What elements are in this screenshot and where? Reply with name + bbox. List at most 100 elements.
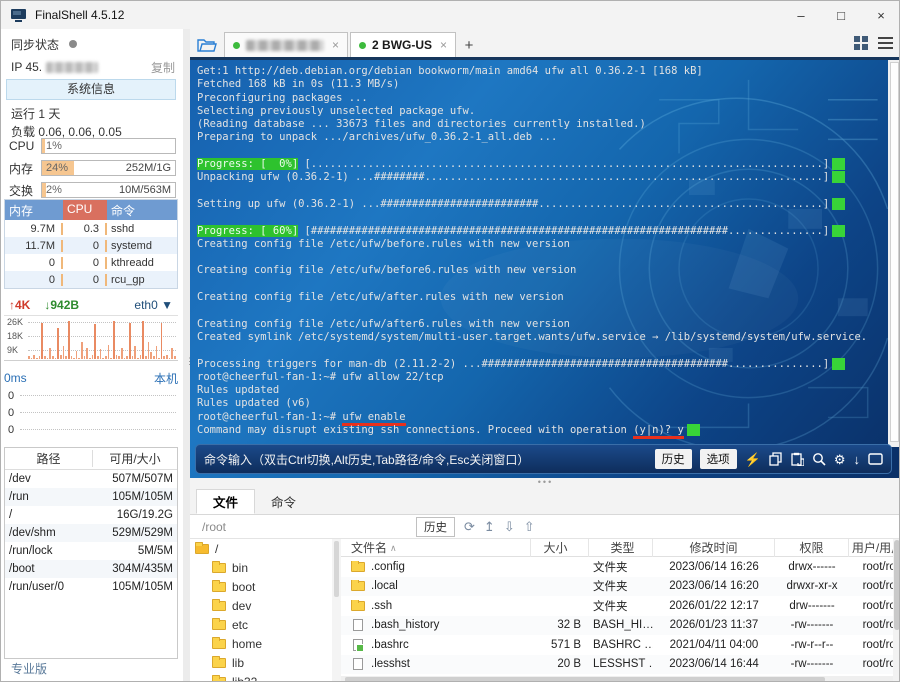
maximize-button[interactable]: □: [821, 1, 861, 29]
process-row[interactable]: 11.7M0systemd: [5, 237, 177, 254]
tree-item-lib32[interactable]: lib32: [190, 672, 332, 682]
file-mtime-cell: 2026/01/23 11:37: [653, 619, 775, 631]
network-bar: [47, 358, 49, 359]
network-bar: [92, 355, 94, 359]
tab-files[interactable]: 文件: [196, 489, 255, 514]
process-row[interactable]: 00rcu_gp: [5, 271, 177, 288]
file-row[interactable]: .config文件夹2023/06/14 16:26drwx------root…: [341, 557, 893, 577]
system-info-button[interactable]: 系统信息: [6, 79, 176, 100]
close-tab-icon[interactable]: ×: [332, 38, 339, 52]
file-header-2[interactable]: 类型: [589, 539, 653, 557]
network-bar: [63, 346, 65, 359]
file-row[interactable]: .ssh文件夹2026/01/22 12:17drw-------root/ro…: [341, 596, 893, 616]
disk-header-size[interactable]: 可用/大小: [93, 450, 177, 467]
terminal-area[interactable]: Get:1 http://deb.debian.org/debian bookw…: [190, 57, 900, 478]
minimize-button[interactable]: –: [781, 1, 821, 29]
download-icon[interactable]: ⇩: [504, 519, 515, 535]
close-tab-icon[interactable]: ×: [440, 38, 447, 52]
sync-status-label: 同步状态: [11, 36, 59, 53]
process-row[interactable]: 00kthreadd: [5, 254, 177, 271]
tree-item-root[interactable]: /: [190, 539, 332, 558]
process-cell: rcu_gp: [107, 274, 177, 286]
tree-item-lib[interactable]: lib: [190, 653, 332, 672]
process-row[interactable]: 9.7M0.3sshd: [5, 220, 177, 237]
search-icon[interactable]: [812, 452, 826, 466]
network-bar: [31, 358, 33, 359]
terminal-line: Preparing to unpack .../archives/ufw_0.3…: [197, 131, 881, 144]
disk-row[interactable]: /16G/19.2G: [5, 506, 177, 524]
folder-icon: [212, 620, 226, 630]
session-tab-2-active[interactable]: 2 BWG-US ×: [350, 32, 456, 57]
session-tab-1[interactable]: ×: [224, 32, 348, 57]
history-button[interactable]: 历史: [655, 449, 692, 469]
menu-icon[interactable]: [878, 37, 893, 49]
disk-row[interactable]: /dev507M/507M: [5, 470, 177, 488]
terminal-line: Progress: [ 0%] [.......................…: [197, 158, 881, 171]
disk-header-path[interactable]: 路径: [5, 450, 93, 467]
file-panel-tabs: 文件 命令: [190, 489, 900, 515]
interface-selector[interactable]: eth0 ▼: [134, 298, 173, 312]
terminal-output: Get:1 http://deb.debian.org/debian bookw…: [197, 65, 881, 437]
progress-label: Progress: [ 60%]: [197, 225, 298, 237]
file-size-cell: 32 B: [531, 619, 589, 631]
current-path[interactable]: /root: [202, 520, 226, 534]
layout-grid-icon[interactable]: [854, 36, 868, 50]
disk-size: 105M/105M: [83, 581, 177, 593]
panel-splitter[interactable]: •••: [190, 478, 900, 489]
command-input-bar[interactable]: 命令输入（双击Ctrl切换,Alt历史,Tab路径/命令,Esc关闭窗口） 历史…: [195, 444, 892, 474]
file-header-3[interactable]: 修改时间: [653, 539, 775, 557]
terminal-scrollbar[interactable]: [888, 60, 900, 447]
process-header-0: 内存: [5, 200, 63, 220]
disk-row[interactable]: /run105M/105M: [5, 488, 177, 506]
title-bar: FinalShell 4.5.12 – □ ×: [1, 1, 900, 29]
disk-row[interactable]: /run/lock5M/5M: [5, 542, 177, 560]
new-tab-button[interactable]: +: [458, 33, 480, 57]
file-header-4[interactable]: 权限: [775, 539, 849, 557]
file-table-horizontal-scrollbar[interactable]: [341, 676, 893, 682]
network-bar: [166, 355, 168, 359]
file-row[interactable]: .local文件夹2023/06/14 16:20drwxr-xr-xroot/…: [341, 577, 893, 597]
file-row[interactable]: .bashrc571 BBASHRC …2021/04/11 04:00-rw-…: [341, 635, 893, 655]
network-bar: [163, 356, 165, 359]
tree-item-dev[interactable]: dev: [190, 596, 332, 615]
settings-gear-icon[interactable]: ⚙: [834, 453, 846, 466]
terminal-line: [197, 185, 881, 198]
ping-gridline: [20, 429, 176, 430]
copy-ip-link[interactable]: 复制: [151, 59, 175, 76]
tree-item-etc[interactable]: etc: [190, 615, 332, 634]
quick-command-icon[interactable]: ⚡: [745, 453, 761, 466]
file-name-cell: .config: [341, 561, 531, 573]
tree-item-boot[interactable]: boot: [190, 577, 332, 596]
disk-row[interactable]: /run/user/0105M/105M: [5, 578, 177, 596]
path-history-button[interactable]: 历史: [416, 517, 455, 537]
sidebar-splitter[interactable]: ⋮: [183, 29, 190, 682]
tree-item-home[interactable]: home: [190, 634, 332, 653]
tree-scrollbar[interactable]: [332, 539, 341, 682]
close-button[interactable]: ×: [861, 1, 900, 29]
upload-rate: ↑4K: [9, 298, 30, 312]
options-button[interactable]: 选项: [700, 449, 737, 469]
upload-icon[interactable]: ⇧: [524, 519, 535, 535]
up-directory-icon[interactable]: ↥: [484, 519, 495, 535]
file-header-5[interactable]: 用户/用户组: [849, 539, 893, 557]
file-row[interactable]: .lesshst20 BLESSHST …2023/06/14 16:44-rw…: [341, 655, 893, 675]
refresh-icon[interactable]: ⟳: [464, 519, 475, 535]
session-status-dot: [359, 42, 366, 49]
file-header-1[interactable]: 大小: [531, 539, 589, 557]
fullscreen-icon[interactable]: [868, 453, 883, 465]
file-table-vertical-scrollbar[interactable]: [893, 539, 900, 682]
network-bar: [150, 352, 152, 359]
disk-row[interactable]: /boot304M/435M: [5, 560, 177, 578]
copy-icon[interactable]: [769, 452, 783, 466]
network-bar: [153, 356, 155, 359]
file-row[interactable]: .bash_history32 BBASH_HI…2026/01/23 11:3…: [341, 616, 893, 636]
edition-label: 专业版: [11, 660, 47, 677]
tab-commands[interactable]: 命令: [255, 489, 312, 514]
paste-icon[interactable]: [791, 452, 804, 466]
collapse-arrow-icon[interactable]: ↓: [854, 453, 861, 466]
connection-manager-button[interactable]: [190, 33, 224, 57]
disk-row[interactable]: /dev/shm529M/529M: [5, 524, 177, 542]
tree-item-bin[interactable]: bin: [190, 558, 332, 577]
ping-host-link[interactable]: 本机: [154, 370, 178, 387]
file-header-0[interactable]: 文件名∧: [341, 539, 531, 557]
